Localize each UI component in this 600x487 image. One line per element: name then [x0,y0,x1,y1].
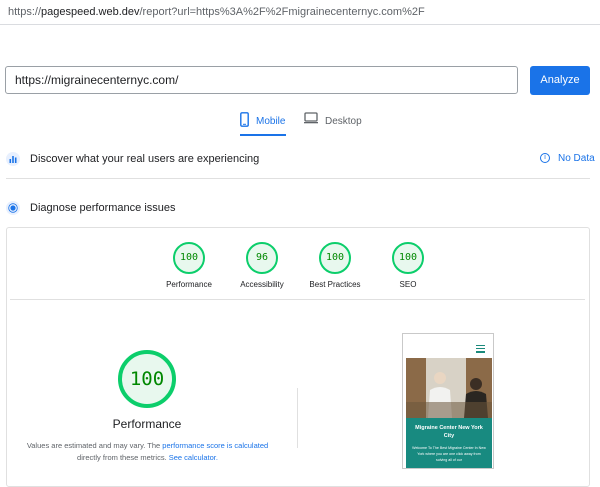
analyze-button[interactable]: Analyze [530,66,590,95]
card-divider [10,299,585,300]
tab-mobile-label: Mobile [256,116,286,127]
url-host: pagespeed.web.dev [41,6,140,18]
preview-banner: Migraine Center New York City Welcome To… [406,418,492,468]
tab-active-indicator [240,134,286,136]
url-path: /report?url=https%3A%2F%2Fmigrainecenter… [139,6,425,18]
url-input[interactable]: https://migrainecenternyc.com/ [5,66,518,94]
url-scheme: https:// [8,6,42,18]
note-text-1: Values are estimated and may vary. The [26,441,163,450]
preview-body: Welcome To The Best Migraine Center In N… [412,446,486,462]
tab-desktop-label: Desktop [325,116,362,127]
score-label-best-practices: Best Practices [309,280,361,289]
tab-desktop[interactable]: Desktop [304,112,362,136]
hamburger-menu-icon [476,345,485,355]
page-screenshot-preview: Migraine Center New York City Welcome To… [402,333,494,469]
score-gauge-seo[interactable]: 100 [392,242,424,274]
score-gauge-performance[interactable]: 100 [173,242,205,274]
main-performance-gauge: 100 [118,350,176,408]
score-note: Values are estimated and may vary. The p… [20,440,275,464]
info-icon: i [540,153,550,164]
score-gauge-best-practices[interactable]: 100 [319,242,351,274]
preview-heading: Migraine Center New York City [415,425,483,439]
no-data-label: No Data [558,153,595,164]
score-label-accessibility: Accessibility [240,280,284,289]
no-data-indicator[interactable]: i No Data [540,153,595,164]
see-calculator-link[interactable]: See calculator. [169,453,218,462]
preview-hero-photo [406,358,492,418]
lab-data-icon [6,201,20,215]
address-url[interactable]: https://pagespeed.web.dev/report?url=htt… [8,0,425,24]
browser-address-bar[interactable]: https://pagespeed.web.dev/report?url=htt… [0,0,600,25]
field-data-icon [6,152,20,166]
diagnose-heading: Diagnose performance issues [30,202,176,214]
desktop-monitor-icon [304,112,318,132]
score-calculated-link[interactable]: performance score is calculated [162,441,268,450]
section-divider [6,178,590,179]
real-users-heading: Discover what your real users are experi… [30,153,260,165]
vertical-divider [297,388,298,448]
score-gauge-accessibility[interactable]: 96 [246,242,278,274]
score-label-seo: SEO [399,280,417,289]
main-performance-label: Performance [112,417,182,431]
tab-mobile[interactable]: Mobile [240,112,286,136]
mobile-phone-icon [240,112,249,135]
score-label-performance: Performance [166,280,212,289]
note-text-2: directly from these metrics. [77,453,169,462]
